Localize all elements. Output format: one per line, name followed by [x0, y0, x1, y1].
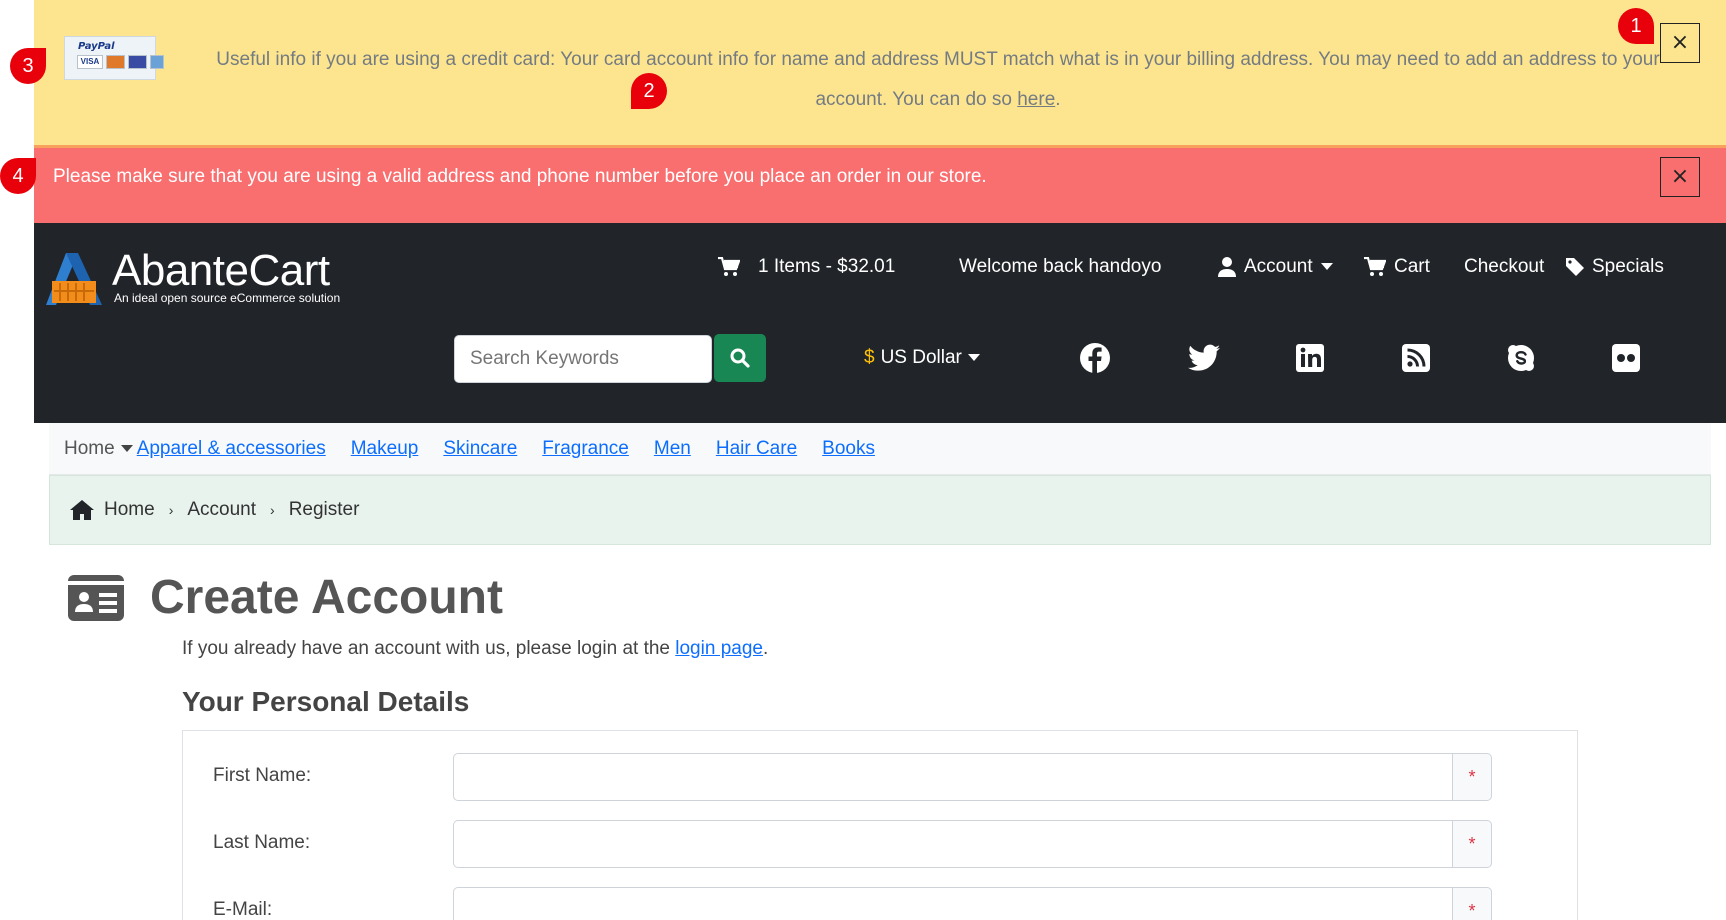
brand-name: AbanteCart [112, 246, 330, 295]
credit-card-notice: PayPal VISA Useful info if you are using… [34, 0, 1726, 145]
page-title: Create Account [150, 571, 503, 624]
add-address-link[interactable]: here [1017, 89, 1055, 110]
cart-summary-text: 1 Items - $32.01 [758, 256, 896, 277]
caret-down-icon [1320, 263, 1333, 270]
facebook-icon[interactable] [1078, 341, 1112, 375]
cart-summary-link[interactable]: 1 Items - $32.01 [718, 256, 895, 278]
address-notice: Please make sure that you are using a va… [34, 145, 1726, 223]
amex-icon [150, 55, 164, 69]
address-notice-text: Please make sure that you are using a va… [53, 166, 987, 187]
credit-card-notice-suffix: . [1055, 89, 1061, 110]
currency-symbol: $ [864, 347, 875, 368]
credit-card-notice-text: Useful info if you are using a credit ca… [180, 40, 1696, 120]
first-name-field[interactable] [453, 753, 1453, 801]
abantecart-logo-icon [46, 253, 102, 305]
credit-card-notice-message: Useful info if you are using a credit ca… [216, 49, 1660, 110]
cart-icon [718, 257, 740, 276]
email-label: E-Mail: [213, 899, 273, 920]
category-fragrance[interactable]: Fragrance [542, 438, 629, 460]
category-hair-care[interactable]: Hair Care [716, 438, 797, 460]
visa-icon: VISA [77, 55, 103, 69]
tag-icon [1566, 258, 1584, 276]
paypal-cards-logo: PayPal VISA [64, 36, 164, 80]
category-apparel[interactable]: Apparel & accessories [137, 438, 326, 460]
paypal-logo-text: PayPal [78, 41, 115, 52]
welcome-text[interactable]: Welcome back handoyo [959, 256, 1161, 278]
category-men[interactable]: Men [654, 438, 691, 460]
login-hint-suffix: . [762, 638, 769, 659]
card-logos: VISA [77, 55, 164, 69]
category-menu: Home Apparel & accessories Makeup Skinca… [49, 423, 1711, 475]
breadcrumb-separator: › [270, 502, 275, 518]
category-home-label: Home [64, 437, 115, 459]
category-makeup[interactable]: Makeup [351, 438, 419, 460]
email-row: E-Mail: * [183, 887, 1577, 920]
close-credit-card-notice-button[interactable]: × [1660, 23, 1700, 63]
page: PayPal VISA Useful info if you are using… [34, 0, 1726, 920]
search-input[interactable] [454, 335, 712, 383]
last-name-label: Last Name: [213, 832, 311, 853]
last-name-row: Last Name: * [183, 820, 1577, 868]
cart-link[interactable]: Cart [1364, 256, 1430, 278]
required-indicator: * [1452, 753, 1492, 801]
cart-icon [1364, 257, 1386, 276]
annotation-marker-3: 3 [10, 48, 46, 84]
specials-link[interactable]: Specials [1566, 256, 1664, 278]
account-label: Account [1244, 256, 1313, 277]
skype-icon[interactable] [1504, 341, 1538, 375]
category-skincare[interactable]: Skincare [443, 438, 517, 460]
email-field[interactable] [453, 887, 1453, 920]
twitter-icon[interactable] [1187, 341, 1221, 375]
currency-selector[interactable]: $ US Dollar [864, 347, 980, 369]
brand-tagline: An ideal open source eCommerce solution [114, 291, 341, 305]
specials-label: Specials [1592, 256, 1664, 277]
checkout-link[interactable]: Checkout [1464, 256, 1544, 278]
cart-label: Cart [1394, 256, 1430, 277]
user-icon [1218, 257, 1236, 277]
first-name-label: First Name: [213, 765, 312, 786]
caret-down-icon [967, 354, 980, 361]
currency-label: US Dollar [880, 347, 962, 368]
login-hint: If you already have an account with us, … [182, 638, 768, 660]
annotation-marker-4: 4 [0, 158, 36, 194]
home-icon[interactable] [70, 500, 94, 520]
breadcrumb-home[interactable]: Home [104, 499, 155, 521]
rss-icon[interactable] [1399, 341, 1433, 375]
category-home[interactable]: Home [64, 438, 133, 460]
category-books[interactable]: Books [822, 438, 875, 460]
login-page-link[interactable]: login page [675, 638, 763, 659]
close-address-notice-button[interactable]: × [1660, 157, 1700, 197]
personal-details-form: First Name: * Last Name: * E-Mail: * [182, 730, 1578, 920]
caret-down-icon [120, 444, 133, 452]
breadcrumb: Home › Account › Register [49, 475, 1711, 545]
flickr-icon[interactable] [1609, 341, 1643, 375]
first-name-row: First Name: * [183, 753, 1577, 801]
page-header: Create Account [68, 570, 503, 625]
mastercard-icon [106, 55, 125, 69]
search-icon [730, 348, 750, 368]
required-indicator: * [1452, 887, 1492, 920]
login-hint-prefix: If you already have an account with us, … [182, 638, 676, 659]
account-menu[interactable]: Account [1218, 256, 1333, 278]
site-logo[interactable]: AbanteCart An ideal open source eCommerc… [46, 246, 366, 307]
breadcrumb-current: Register [288, 499, 360, 520]
linkedin-icon[interactable] [1293, 341, 1327, 375]
id-card-icon [68, 574, 124, 621]
search-button[interactable] [714, 334, 766, 382]
section-title: Your Personal Details [182, 686, 470, 717]
annotation-marker-1: 1 [1618, 8, 1654, 44]
last-name-field[interactable] [453, 820, 1453, 868]
discover-icon [128, 55, 147, 69]
breadcrumb-separator: › [168, 502, 174, 518]
breadcrumb-account[interactable]: Account [187, 499, 256, 521]
required-indicator: * [1452, 820, 1492, 868]
site-header: AbanteCart An ideal open source eCommerc… [34, 223, 1726, 423]
annotation-marker-2: 2 [631, 73, 667, 109]
